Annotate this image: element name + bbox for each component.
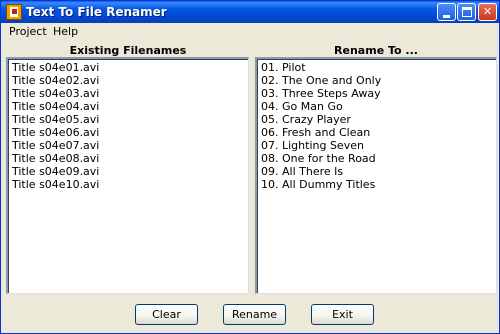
rename-title-list-item[interactable]: 07. Lighting Seven	[261, 139, 364, 152]
app-window: Text To File Renamer ✕ Project Help Exis…	[0, 0, 500, 334]
existing-filename-list-item[interactable]: Title s04e04.avi	[12, 100, 99, 113]
maximize-icon	[462, 7, 472, 17]
rename-title-list-item[interactable]: 08. One for the Road	[261, 152, 376, 165]
existing-filenames-list[interactable]: Title s04e01.avi Title s04e02.avi Title s0…	[6, 57, 249, 294]
rename-title-list-item[interactable]: 02. The One and Only	[261, 74, 381, 87]
existing-filename-list-item[interactable]: Title s04e03.avi	[12, 87, 99, 100]
rename-title-list-item[interactable]: 10. All Dummy Titles	[261, 178, 375, 191]
existing-filename-list-item[interactable]: Title s04e06.avi	[12, 126, 99, 139]
rename-to-header: Rename To ...	[334, 44, 418, 57]
app-icon[interactable]	[6, 4, 22, 20]
existing-filename-list-item[interactable]: Title s04e02.avi	[12, 74, 99, 87]
clear-button[interactable]: Clear	[135, 304, 198, 325]
window-title: Text To File Renamer	[26, 5, 167, 19]
minimize-icon	[443, 15, 450, 18]
rename-title-list-item[interactable]: 06. Fresh and Clean	[261, 126, 370, 139]
existing-filename-list-item[interactable]: Title s04e05.avi	[12, 113, 99, 126]
rename-title-list-item[interactable]: 09. All There Is	[261, 165, 343, 178]
rename-button[interactable]: Rename	[223, 304, 286, 325]
existing-filenames-header: Existing Filenames	[69, 44, 187, 57]
close-button[interactable]: ✕	[478, 3, 497, 21]
rename-title-list-item[interactable]: 03. Three Steps Away	[261, 87, 381, 100]
menu-bar: Project Help	[1, 23, 499, 40]
rename-title-list-item[interactable]: 01. Pilot	[261, 61, 306, 74]
existing-filename-list-item[interactable]: Title s04e01.avi	[12, 61, 99, 74]
rename-title-list-item[interactable]: 04. Go Man Go	[261, 100, 343, 113]
minimize-button[interactable]	[437, 3, 456, 21]
existing-filename-list-item[interactable]: Title s04e08.avi	[12, 152, 99, 165]
rename-to-list[interactable]: 01. Pilot 02. The One and Only 03. Three S…	[255, 57, 497, 294]
exit-button[interactable]: Exit	[311, 304, 374, 325]
existing-filename-list-item[interactable]: Title s04e09.avi	[12, 165, 99, 178]
maximize-button[interactable]	[457, 3, 476, 21]
existing-filename-list-item[interactable]: Title s04e10.avi	[12, 178, 99, 191]
close-icon: ✕	[482, 5, 493, 18]
menu-help[interactable]: Help	[53, 25, 78, 38]
existing-filename-list-item[interactable]: Title s04e07.avi	[12, 139, 99, 152]
title-bar[interactable]: Text To File Renamer ✕	[1, 1, 499, 23]
menu-project[interactable]: Project	[9, 25, 47, 38]
rename-title-list-item[interactable]: 05. Crazy Player	[261, 113, 351, 126]
